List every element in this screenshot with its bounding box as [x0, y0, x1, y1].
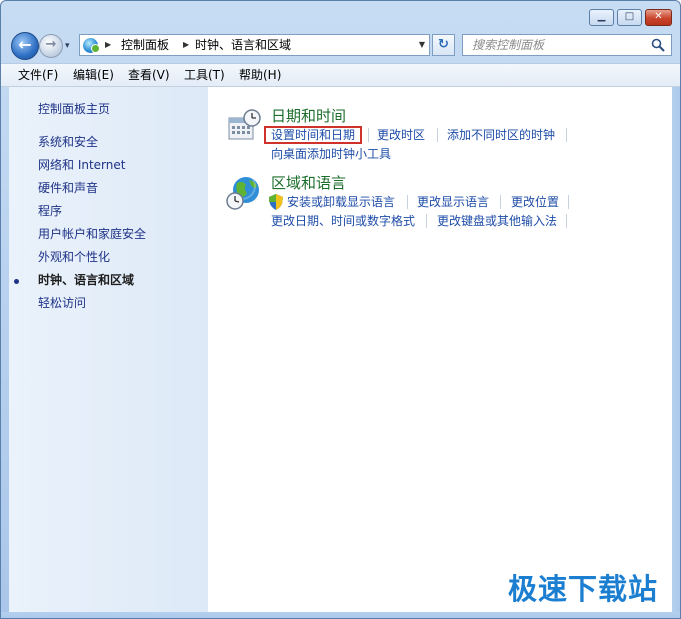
task-separator — [437, 128, 438, 142]
category-title-region-language[interactable]: 区域和语言 — [271, 174, 346, 192]
recent-pages-dropdown[interactable]: ▾ — [65, 39, 77, 53]
forward-button[interactable]: → — [39, 34, 63, 58]
sidebar-item-user-accounts[interactable]: 用户帐户和家庭安全 — [38, 226, 146, 242]
sidebar-item-system-security[interactable]: 系统和安全 — [38, 134, 98, 150]
breadcrumb-separator-icon[interactable]: ▶ — [105, 36, 111, 54]
globe-clock-icon[interactable] — [225, 175, 263, 211]
back-button[interactable]: ← — [11, 32, 39, 60]
control-panel-icon — [83, 38, 100, 53]
breadcrumb-clock-language-region[interactable]: 时钟、语言和区域 — [195, 36, 291, 54]
menu-help[interactable]: 帮助(H) — [239, 67, 281, 83]
menu-tools[interactable]: 工具(T) — [184, 67, 225, 83]
sidebar-item-appearance[interactable]: 外观和个性化 — [38, 249, 110, 265]
minimize-button[interactable]: ▁ — [589, 9, 614, 26]
task-separator — [566, 128, 567, 142]
task-separator — [566, 214, 567, 228]
task-change-time-zone[interactable]: 更改时区 — [377, 127, 425, 143]
sidebar-item-home[interactable]: 控制面板主页 — [38, 101, 110, 117]
control-panel-window: ▁ □ ✕ ← → ▾ ▶ 控制面板 ▶ 时钟、语言和区域 ▼ ↻ 搜索控制面板… — [0, 0, 681, 619]
main-content — [208, 87, 672, 612]
window-bottom-border — [1, 612, 680, 618]
highlight-box — [264, 126, 362, 144]
breadcrumb-control-panel[interactable]: 控制面板 — [121, 36, 169, 54]
search-placeholder[interactable]: 搜索控制面板 — [472, 37, 544, 53]
task-change-date-time-number-format[interactable]: 更改日期、时间或数字格式 — [271, 213, 415, 229]
refresh-button[interactable]: ↻ — [432, 34, 455, 56]
title-bar: ▁ □ ✕ — [1, 1, 680, 29]
sidebar-item-programs[interactable]: 程序 — [38, 203, 62, 219]
task-separator — [500, 195, 501, 209]
menu-bar: 文件(F) 编辑(E) 查看(V) 工具(T) 帮助(H) — [1, 63, 680, 87]
menu-edit[interactable]: 编辑(E) — [73, 67, 114, 83]
task-change-location[interactable]: 更改位置 — [511, 194, 559, 210]
task-add-clock-gadget[interactable]: 向桌面添加时钟小工具 — [271, 146, 391, 162]
left-navigation-pane: 控制面板主页 系统和安全 网络和 Internet 硬件和声音 程序 用户帐户和… — [9, 87, 208, 612]
sidebar-item-hardware-sound[interactable]: 硬件和声音 — [38, 180, 98, 196]
uac-shield-icon — [269, 194, 283, 210]
address-bar[interactable]: ▶ 控制面板 ▶ 时钟、语言和区域 ▼ — [79, 34, 430, 56]
maximize-button[interactable]: □ — [617, 9, 642, 26]
breadcrumb-separator-icon[interactable]: ▶ — [183, 36, 189, 54]
task-separator — [407, 195, 408, 209]
task-separator — [426, 214, 427, 228]
calendar-clock-icon[interactable] — [227, 109, 263, 141]
task-separator — [368, 128, 369, 142]
task-add-clocks[interactable]: 添加不同时区的时钟 — [447, 127, 555, 143]
address-dropdown-icon[interactable]: ▼ — [416, 36, 428, 54]
search-icon[interactable] — [651, 38, 665, 52]
category-title-date-time[interactable]: 日期和时间 — [271, 107, 346, 125]
search-box[interactable]: 搜索控制面板 — [462, 34, 672, 56]
task-change-keyboard-input[interactable]: 更改键盘或其他输入法 — [437, 213, 557, 229]
current-item-bullet-icon — [14, 279, 19, 284]
sidebar-item-ease-of-access[interactable]: 轻松访问 — [38, 295, 86, 311]
sidebar-item-network-internet[interactable]: 网络和 Internet — [38, 157, 125, 173]
close-button[interactable]: ✕ — [645, 9, 672, 26]
menu-view[interactable]: 查看(V) — [128, 67, 170, 83]
sidebar-item-clock-language-region: 时钟、语言和区域 — [38, 273, 135, 287]
navigation-bar: ← → ▾ ▶ 控制面板 ▶ 时钟、语言和区域 ▼ ↻ 搜索控制面板 — [1, 29, 680, 63]
task-install-display-language[interactable]: 安装或卸载显示语言 — [287, 194, 395, 210]
menu-file[interactable]: 文件(F) — [18, 67, 58, 83]
task-separator — [568, 195, 569, 209]
watermark-text: 极速下载站 — [508, 572, 659, 606]
window-right-border — [672, 87, 680, 612]
task-change-display-language[interactable]: 更改显示语言 — [417, 194, 489, 210]
